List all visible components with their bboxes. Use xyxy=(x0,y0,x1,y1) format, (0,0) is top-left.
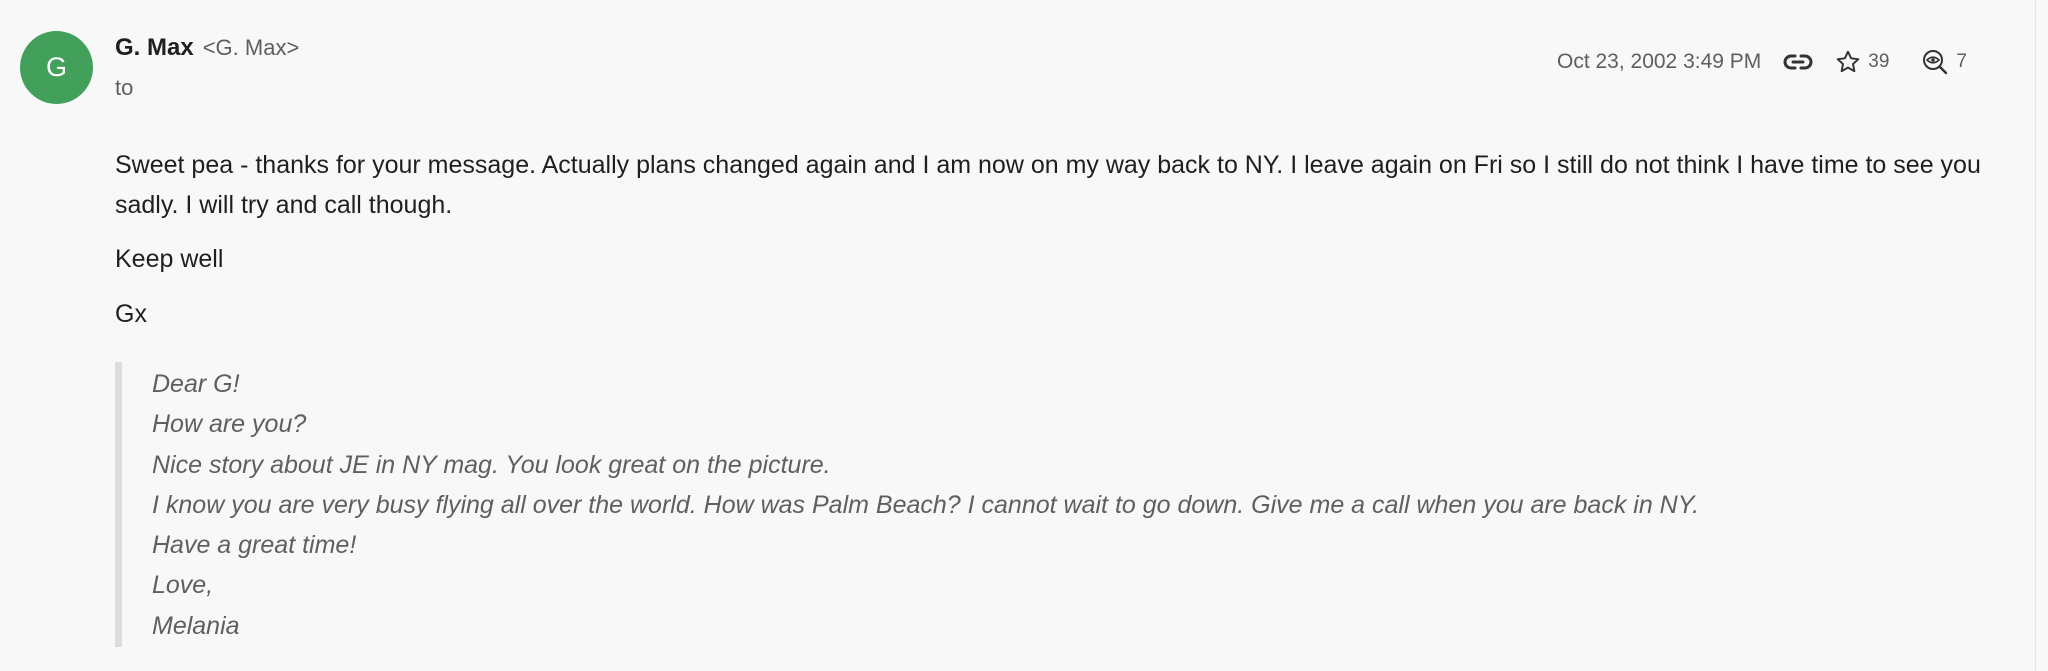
sender-name[interactable]: G. Max xyxy=(115,34,194,61)
quoted-line: How are you? xyxy=(152,410,307,439)
quoted-line: Nice story about JE in NY mag. You look … xyxy=(152,450,831,479)
message-body: Sweet pea - thanks for your message. Act… xyxy=(115,145,1995,334)
body-paragraph: Keep well xyxy=(115,245,224,273)
link-icon[interactable] xyxy=(1783,52,1813,72)
quoted-line: I know you are very busy flying all over… xyxy=(152,490,1700,519)
scrollbar-track[interactable] xyxy=(2035,0,2048,671)
quoted-line: Melania xyxy=(152,611,240,640)
sender-line: G. Max <G. Max> xyxy=(115,34,299,62)
quoted-message: Dear G! How are you? Nice story about JE… xyxy=(115,362,1699,647)
message-meta: Oct 23, 2002 3:49 PM 39 7 xyxy=(1557,44,1967,80)
avatar[interactable]: G xyxy=(20,31,93,104)
body-signature: Gx xyxy=(115,300,147,328)
sender-email: <G. Max> xyxy=(202,35,300,60)
quoted-line: Love, xyxy=(152,571,214,600)
email-message-view: G G. Max <G. Max> to Oct 23, 2002 3:49 PM… xyxy=(0,0,2048,671)
quoted-line: Have a great time! xyxy=(152,531,357,560)
body-paragraph: Sweet pea - thanks for your message. Act… xyxy=(115,151,1981,219)
star-count: 39 xyxy=(1868,51,1890,72)
recipient-label: to xyxy=(115,75,134,100)
quoted-line: Dear G! xyxy=(152,370,240,398)
views-icon[interactable] xyxy=(1921,48,1949,76)
message-date: Oct 23, 2002 3:49 PM xyxy=(1556,50,1762,73)
view-count: 7 xyxy=(1956,51,1967,72)
star-icon[interactable] xyxy=(1835,49,1861,75)
